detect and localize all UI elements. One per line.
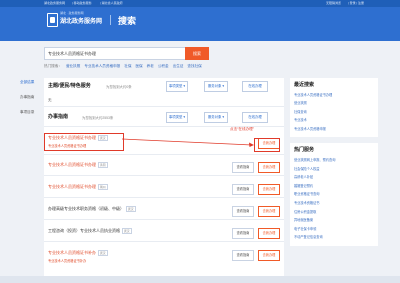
theme-section-title: 主题/便民/特色服务 <box>48 83 91 89</box>
sidenav-item-guide[interactable]: 办事指南 <box>20 95 42 100</box>
region-tag: 武汉 <box>122 228 132 234</box>
region-tag: 武汉 <box>126 206 136 212</box>
hot-word[interactable]: 查找社保 <box>187 64 201 68</box>
hot-service-title: 热门服务 <box>294 146 315 153</box>
hot-service-link[interactable]: 异地就医备案 <box>294 217 374 222</box>
hot-search-bar: 热门搜索： 营业执照 专业技术人员资格申报 社保 医保 养老 公积金 出生证 查… <box>44 64 205 69</box>
view-guide-button[interactable]: 查看指南 <box>232 228 254 239</box>
theme-empty-text: 无 <box>48 98 52 102</box>
online-apply-button[interactable]: 去我办理 <box>258 206 280 217</box>
annotation-arrow-icon <box>121 138 254 147</box>
guide-filter-online-toggle[interactable]: 在线办理 <box>242 112 268 123</box>
site-header: 湖北 · 政务服务网 湖北政务服务网 搜索 <box>0 7 400 41</box>
view-guide-button[interactable]: 查看指南 <box>232 250 254 261</box>
region-tag: 黄冈 <box>98 162 108 168</box>
hot-word[interactable]: 出生证 <box>173 64 184 68</box>
filter-target-dropdown[interactable]: 服务对象 ▾ <box>204 81 228 92</box>
hot-service-panel: 热门服务 营业执照网上申报、预约查询 社会保险个人权益 高龄老人补贴 婚姻登记预… <box>290 142 378 246</box>
search-box <box>44 47 186 60</box>
logo-org: 湖北 · 政务服务网 <box>60 11 84 15</box>
divider <box>44 219 284 220</box>
page-footer <box>0 276 400 283</box>
online-apply-button[interactable]: 去我办理 <box>258 228 280 239</box>
site-logo-title[interactable]: 湖北政务服务网 <box>60 16 102 25</box>
theme-section-count: 为您找到大约0条 <box>106 85 132 89</box>
filter-online-toggle[interactable]: 在线办理 <box>242 81 268 92</box>
highlight-box-service <box>44 133 124 151</box>
hot-word[interactable]: 专业技术人员资格申报 <box>84 64 120 68</box>
hot-word[interactable]: 公积金 <box>158 64 169 68</box>
divider <box>44 106 284 107</box>
service-title-link[interactable]: 办理高级专业技术职务资格（初级、中级） 武汉 <box>48 206 136 212</box>
search-button[interactable]: 搜索 <box>185 47 209 60</box>
recent-search-panel: 最近搜索 专业技术人员资格证书办理 营业执照 社保查询 专业技术 专业技术人员资… <box>290 78 378 137</box>
online-apply-button[interactable]: 去我办理 <box>258 162 280 173</box>
hot-service-link[interactable]: 营业执照网上申报、预约查询 <box>294 157 374 162</box>
hot-service-link[interactable]: 职业资格证书查询 <box>294 191 374 196</box>
guide-section-title: 办事指南 <box>48 114 69 120</box>
view-guide-button[interactable]: 查看指南 <box>232 206 254 217</box>
table-row: 专业技术人员资格证书补办 武汉 专业技术人员资格证书补办 查看指南 去我办理 <box>48 250 280 266</box>
search-input[interactable] <box>48 50 183 57</box>
hot-service-link[interactable]: 社会保险个人权益 <box>294 166 374 171</box>
top-link-government[interactable]: | 湖北省人民政府 <box>100 1 123 5</box>
guide-filter-type-dropdown[interactable]: 事项类型 ▾ <box>166 112 188 123</box>
hot-service-link[interactable]: 不动产登记信息查询 <box>294 234 374 239</box>
service-title-link[interactable]: 专业技术人员资格证书办理 黄冈 <box>48 162 108 168</box>
top-link-mobile[interactable]: | 移动政务服务 <box>72 1 92 5</box>
online-apply-button[interactable]: 去我办理 <box>258 250 280 261</box>
results-panel: 主题/便民/特色服务 为您找到大约0条 事项类型 ▾ 服务对象 ▾ 在线办理 无… <box>44 78 284 278</box>
top-utility-bar: 湖北政务服务网 | 移动政务服务 | 湖北省人民政府 无障碍浏览 | 登录 | … <box>0 0 400 7</box>
view-guide-button[interactable]: 查看指南 <box>232 162 254 173</box>
hot-service-link[interactable]: 专业技术资格证书 <box>294 200 374 205</box>
recent-search-link[interactable]: 专业技术人员资格申报 <box>294 126 374 131</box>
divider <box>44 241 284 242</box>
result-category-nav: 全部结果 办事指南 事项目录 <box>20 80 42 125</box>
hot-service-link[interactable]: 高龄老人补贴 <box>294 174 374 179</box>
logo-divider <box>110 15 111 25</box>
top-link-login[interactable]: | 登录 | 注册 <box>348 1 364 5</box>
highlight-box-apply-button <box>254 138 280 152</box>
view-guide-button[interactable]: 查看指南 <box>232 184 254 195</box>
recent-search-title: 最近搜索 <box>294 82 315 88</box>
right-sidebar: 最近搜索 专业技术人员资格证书办理 营业执照 社保查询 专业技术 专业技术人员资… <box>290 78 378 252</box>
hot-service-link[interactable]: 电子社保卡申领 <box>294 226 374 231</box>
divider <box>44 154 284 155</box>
guide-filter-target-dropdown[interactable]: 服务对象 ▾ <box>204 112 228 123</box>
recent-search-link[interactable]: 营业执照 <box>294 100 374 105</box>
recent-search-link[interactable]: 社保查询 <box>294 109 374 114</box>
hot-word[interactable]: 养老 <box>147 64 154 68</box>
page-title: 搜索 <box>118 16 137 26</box>
hot-word[interactable]: 社保 <box>124 64 131 68</box>
hot-word[interactable]: 医保 <box>135 64 142 68</box>
online-apply-button[interactable]: 去我办理 <box>258 184 280 195</box>
region-tag: 武汉 <box>98 250 108 256</box>
guide-section-count: 为您找到大约2553条 <box>82 116 114 120</box>
top-link-portal[interactable]: 湖北政务服务网 <box>44 1 65 5</box>
emblem-icon <box>47 13 58 27</box>
hot-service-link[interactable]: 住房公积金提取 <box>294 209 374 214</box>
top-link-accessibility[interactable]: 无障碍浏览 <box>326 1 341 5</box>
service-title-link[interactable]: 专业技术人员资格证书补办 武汉 <box>48 250 108 256</box>
recent-search-link[interactable]: 专业技术人员资格证书办理 <box>294 92 374 97</box>
service-title-link[interactable]: 专业技术人员资格证书办理 荆州 <box>48 184 108 190</box>
hot-search-label: 热门搜索： <box>44 64 62 68</box>
service-subtitle: 专业技术人员资格证书补办 <box>48 259 87 263</box>
hot-service-link[interactable]: 婚姻登记预约 <box>294 183 374 188</box>
sidenav-item-catalog[interactable]: 事项目录 <box>20 110 42 115</box>
sidenav-item-all[interactable]: 全部结果 <box>20 80 42 85</box>
service-title-link[interactable]: 工程咨询（投资）专业技术人员执业资格 武汉 <box>48 228 132 234</box>
region-tag: 荆州 <box>98 184 108 190</box>
recent-search-link[interactable]: 专业技术 <box>294 117 374 122</box>
annotation-note: 点击“在线办理” <box>230 127 254 131</box>
divider <box>44 175 284 176</box>
filter-type-dropdown[interactable]: 事项类型 ▾ <box>166 81 188 92</box>
divider <box>44 197 284 198</box>
hot-word[interactable]: 营业执照 <box>66 64 80 68</box>
